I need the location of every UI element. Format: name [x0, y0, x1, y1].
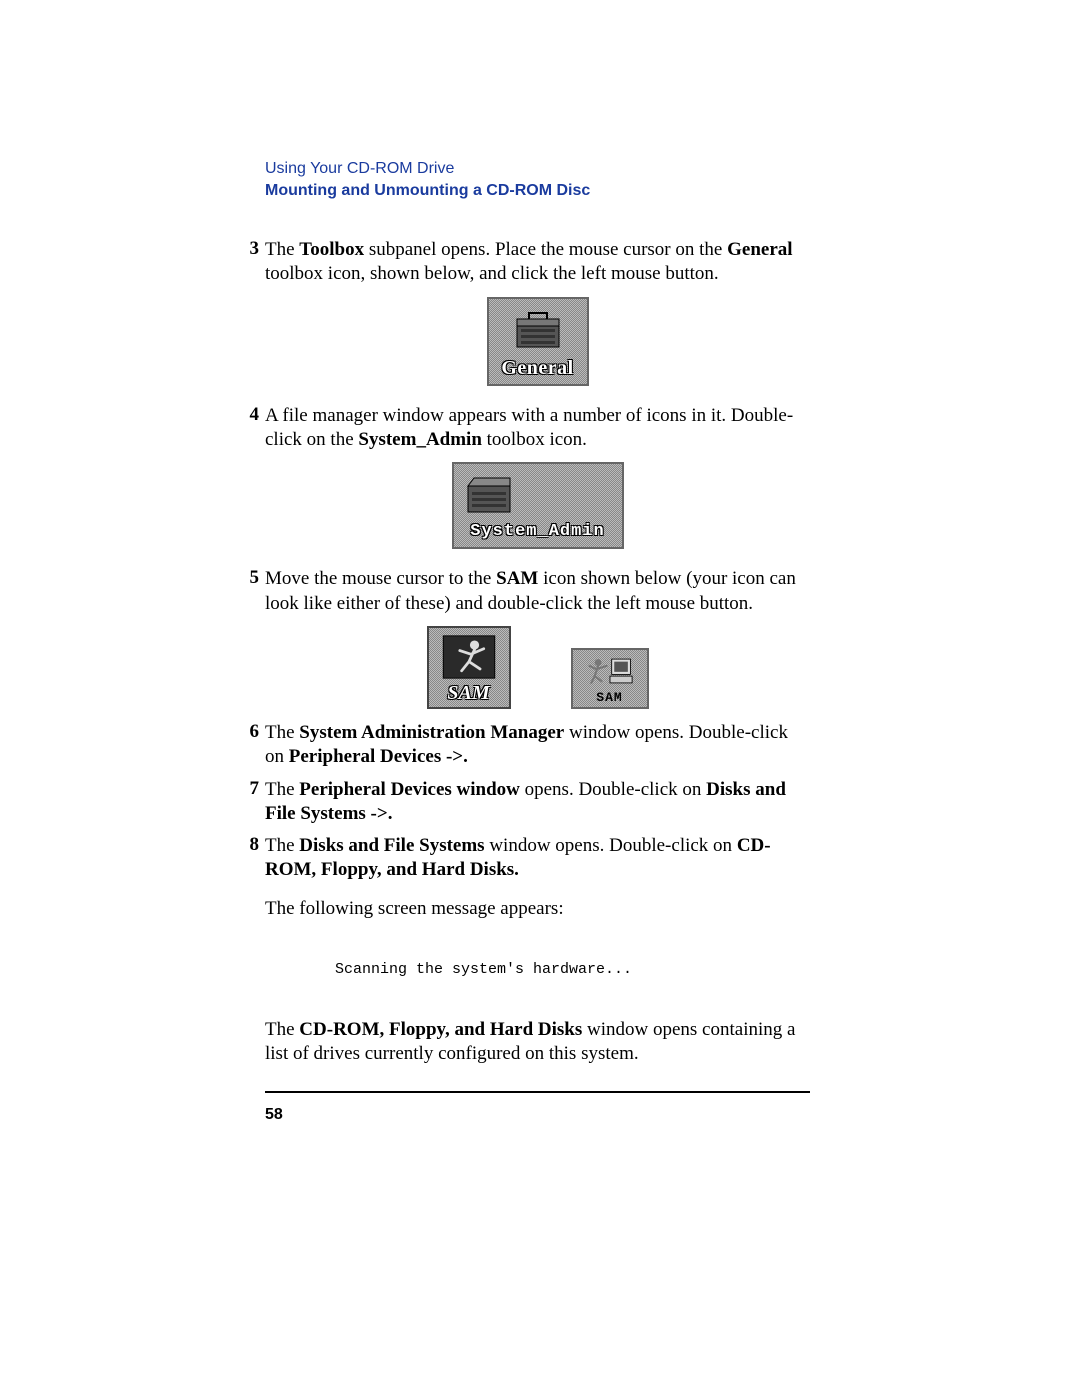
- sysadmin-icon-figure: System_Admin: [265, 462, 810, 549]
- chapter-title: Using Your CD-ROM Drive: [265, 160, 810, 178]
- step-8: 8 The Disks and File Systems window open…: [265, 834, 810, 883]
- step-7: 7 The Peripheral Devices window opens. D…: [265, 778, 810, 827]
- bold-text: Peripheral Devices ->.: [289, 746, 468, 767]
- text: The: [265, 779, 299, 800]
- text: toolbox icon, shown below, and click the…: [265, 263, 719, 284]
- step-text: The Toolbox subpanel opens. Place the mo…: [265, 238, 810, 287]
- text: The: [265, 835, 299, 856]
- bold-text: SAM: [496, 568, 538, 589]
- bold-text: System Administration Manager: [299, 722, 564, 743]
- toolbox-icon: [462, 472, 516, 516]
- text: window opens. Double-click on: [485, 835, 737, 856]
- text: The: [265, 239, 299, 260]
- general-toolbox-icon: General: [487, 297, 589, 386]
- text: toolbox icon.: [482, 429, 587, 450]
- text: Move the mouse cursor to the: [265, 568, 496, 589]
- step-5: 5 Move the mouse cursor to the SAM icon …: [265, 567, 810, 616]
- icon-label: SAM: [575, 690, 645, 705]
- running-figure-icon: [439, 634, 499, 680]
- computer-figure-icon: [582, 654, 638, 688]
- sam-icons-figure: SAM SAM: [265, 626, 810, 709]
- step-number: 3: [233, 238, 265, 260]
- text: opens. Double-click on: [520, 779, 706, 800]
- bold-text: Peripheral Devices window: [299, 779, 520, 800]
- page-number: 58: [265, 1106, 283, 1123]
- closing-paragraph: The CD-ROM, Floppy, and Hard Disks windo…: [265, 1018, 810, 1067]
- step-3: 3 The Toolbox subpanel opens. Place the …: [265, 238, 810, 287]
- step-number: 6: [233, 721, 265, 743]
- following-message-intro: The following screen message appears:: [265, 897, 810, 921]
- bold-text: Disks and File Systems: [299, 835, 484, 856]
- sam-icon-variant-1: SAM: [427, 626, 511, 709]
- step-text: A file manager window appears with a num…: [265, 404, 810, 453]
- page-content: Using Your CD-ROM Drive Mounting and Unm…: [265, 160, 810, 1125]
- step-number: 8: [233, 834, 265, 856]
- bold-text: CD-ROM, Floppy, and Hard Disks: [299, 1019, 582, 1040]
- text: subpanel opens. Place the mouse cursor o…: [364, 239, 727, 260]
- bold-text: Toolbox: [299, 239, 364, 260]
- bold-text: System_Admin: [358, 429, 482, 450]
- icon-label: System_Admin: [458, 522, 618, 541]
- icon-label: General: [493, 357, 583, 380]
- step-text: The System Administration Manager window…: [265, 721, 810, 770]
- step-number: 4: [233, 404, 265, 426]
- general-icon-figure: General: [265, 297, 810, 386]
- step-number: 5: [233, 567, 265, 589]
- footer: 58: [265, 1091, 810, 1125]
- step-number: 7: [233, 778, 265, 800]
- sam-icon-variant-2: SAM: [571, 648, 649, 709]
- section-title: Mounting and Unmounting a CD-ROM Disc: [265, 182, 810, 200]
- system-admin-icon: System_Admin: [452, 462, 624, 549]
- toolbox-icon: [511, 307, 565, 351]
- step-text: Move the mouse cursor to the SAM icon sh…: [265, 567, 810, 616]
- text: The: [265, 1019, 299, 1040]
- screen-message: Scanning the system's hardware...: [335, 961, 810, 978]
- step-4: 4 A file manager window appears with a n…: [265, 404, 810, 453]
- step-text: The Disks and File Systems window opens.…: [265, 834, 810, 883]
- text: The: [265, 722, 299, 743]
- step-6: 6 The System Administration Manager wind…: [265, 721, 810, 770]
- step-text: The Peripheral Devices window opens. Dou…: [265, 778, 810, 827]
- bold-text: General: [727, 239, 792, 260]
- icon-label: SAM: [431, 682, 507, 705]
